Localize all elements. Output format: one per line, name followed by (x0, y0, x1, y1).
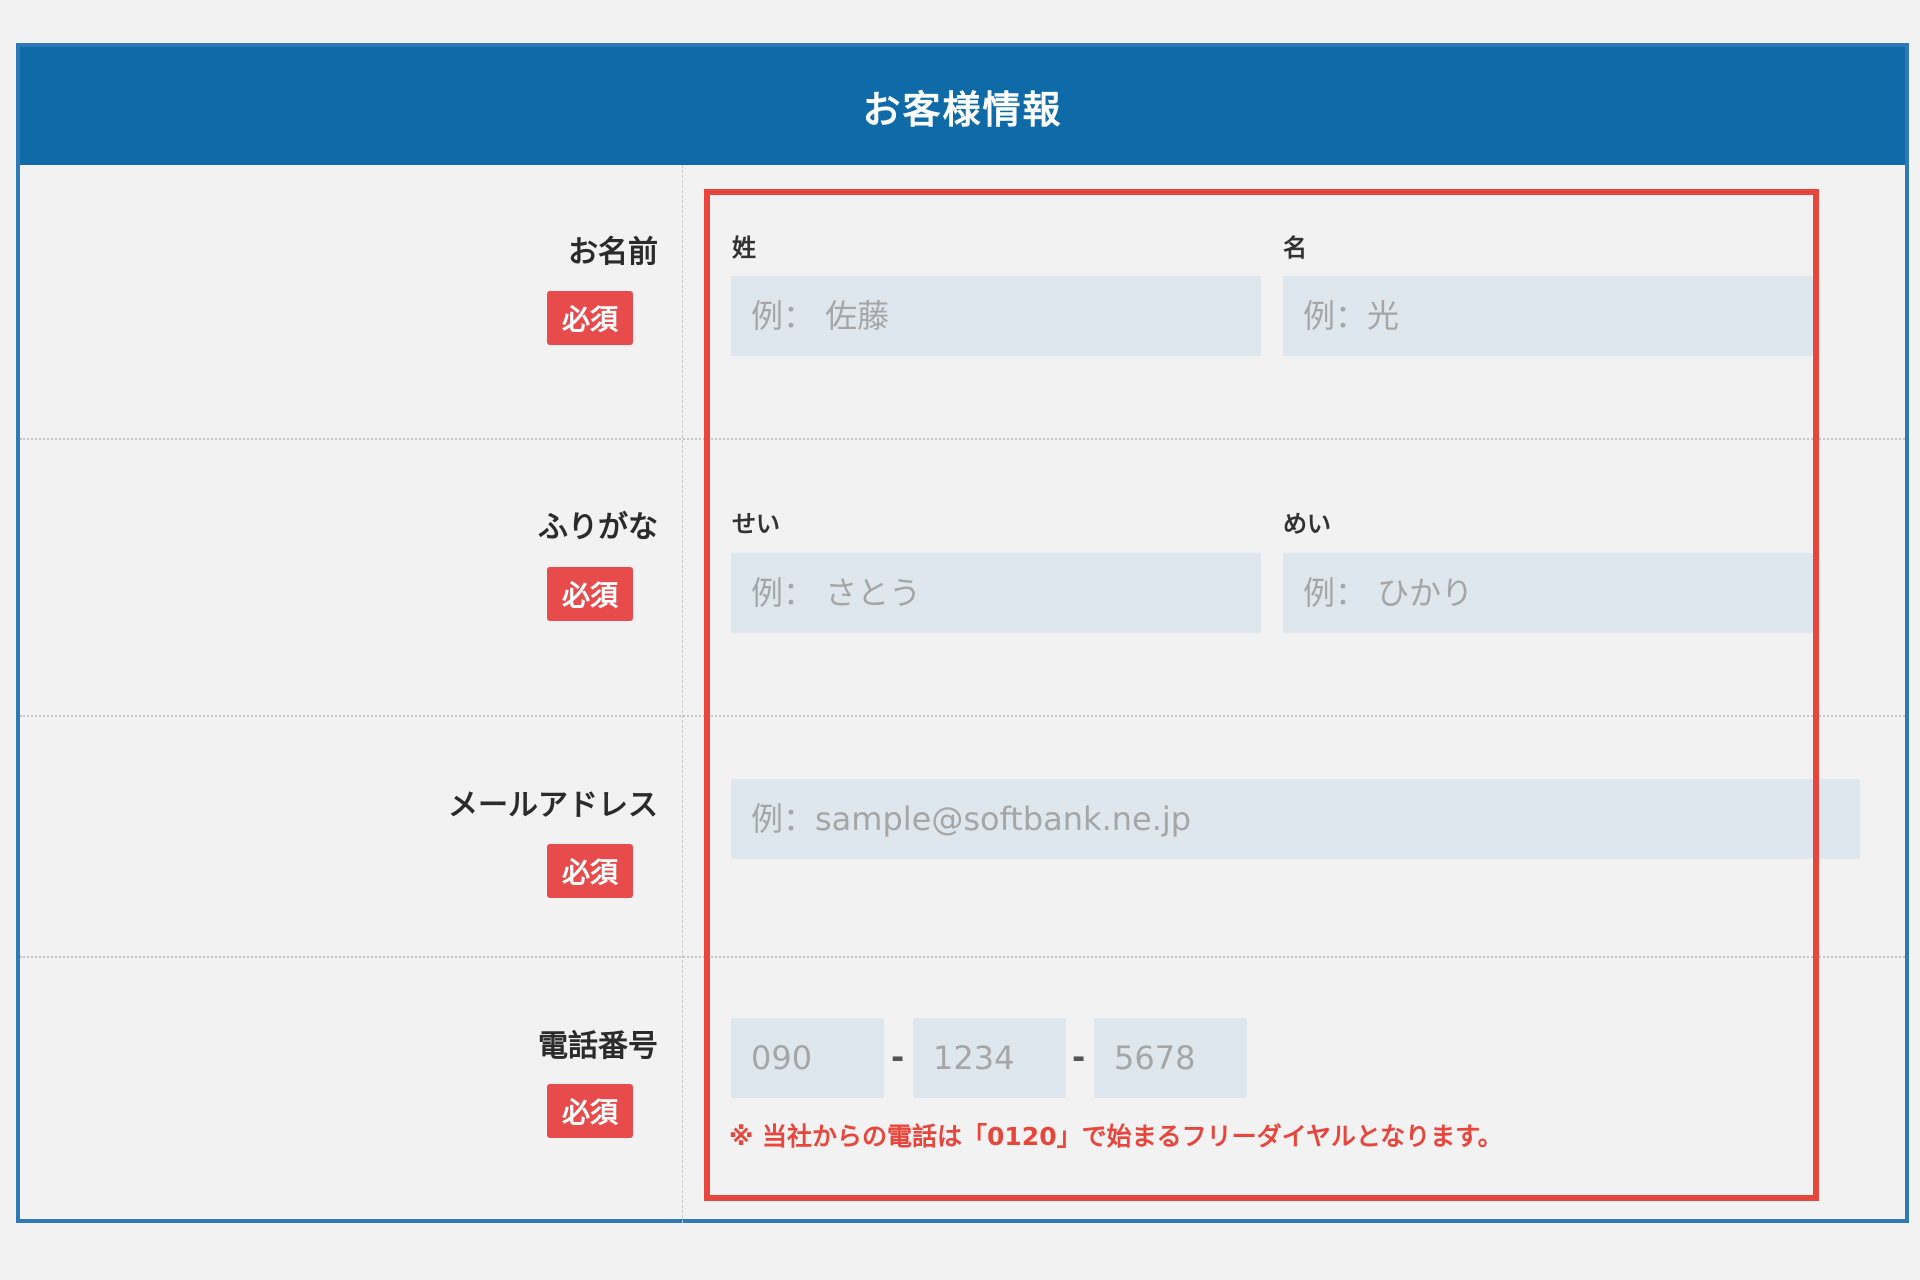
last-name-kana-label: せい (732, 510, 780, 538)
first-name-kana-input[interactable] (1283, 553, 1813, 633)
row-divider (20, 956, 1905, 958)
email-input[interactable] (731, 779, 1860, 859)
phone-separator: - (1072, 1038, 1086, 1076)
phone-part1-input[interactable] (731, 1018, 884, 1098)
panel-title: お客様情報 (862, 87, 1063, 132)
panel-header: お客様情報 (20, 47, 1905, 165)
first-name-label: 名 (1283, 234, 1307, 262)
name-label: お名前 (568, 235, 658, 270)
furigana-label: ふりがな (538, 510, 658, 545)
last-name-label: 姓 (732, 234, 756, 262)
required-badge: 必須 (547, 844, 633, 898)
last-name-input[interactable] (731, 276, 1261, 356)
phone-part3-input[interactable] (1094, 1018, 1247, 1098)
phone-part2-input[interactable] (913, 1018, 1066, 1098)
phone-label: 電話番号 (538, 1029, 658, 1064)
phone-separator: - (891, 1038, 905, 1076)
required-badge: 必須 (547, 567, 633, 621)
column-divider (682, 165, 683, 1223)
phone-note: ※ 当社からの電話は「0120」で始まるフリーダイヤルとなります。 (729, 1122, 1503, 1151)
required-badge: 必須 (547, 291, 633, 345)
first-name-input[interactable] (1283, 276, 1813, 356)
first-name-kana-label: めい (1283, 510, 1331, 538)
row-divider (20, 438, 1905, 440)
row-divider (20, 715, 1905, 717)
required-badge: 必須 (547, 1084, 633, 1138)
email-label: メールアドレス (448, 788, 658, 823)
last-name-kana-input[interactable] (731, 553, 1261, 633)
